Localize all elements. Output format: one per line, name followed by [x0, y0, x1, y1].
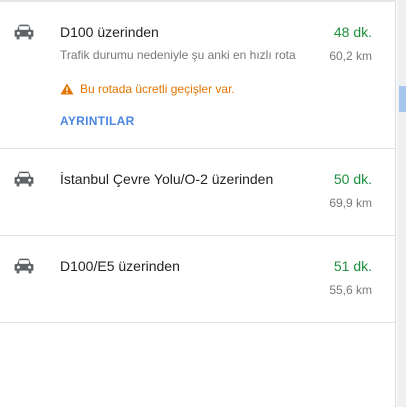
route-option-3[interactable]: D100/E5 üzerinden 51 dk. 55,6 km [0, 236, 396, 323]
route-line-fragment [399, 86, 406, 112]
route-distance: 55,6 km [329, 283, 372, 297]
route-distance: 69,9 km [329, 196, 372, 210]
details-link[interactable]: AYRINTILAR [60, 114, 135, 128]
route-duration: 48 dk. [333, 24, 372, 40]
car-icon [14, 24, 34, 40]
route-distance: 60,2 km [329, 49, 372, 63]
route-duration: 51 dk. [333, 258, 372, 274]
car-icon [14, 258, 34, 274]
car-icon [14, 171, 34, 187]
route-option-2[interactable]: İstanbul Çevre Yolu/O-2 üzerinden 50 dk.… [0, 149, 396, 236]
route-options-panel: D100 üzerinden 48 dk. 60,2 km Trafik dur… [0, 0, 396, 407]
route-duration: 50 dk. [333, 171, 372, 187]
route-name: D100/E5 üzerinden [60, 258, 180, 274]
toll-warning-text: Bu rotada ücretli geçişler var. [80, 82, 235, 96]
map-edge[interactable] [397, 0, 406, 407]
route-name: İstanbul Çevre Yolu/O-2 üzerinden [60, 171, 274, 187]
route-option-1[interactable]: D100 üzerinden 48 dk. 60,2 km Trafik dur… [0, 0, 396, 149]
route-description: Trafik durumu nedeniyle şu anki en hızlı… [60, 48, 296, 62]
toll-warning: Bu rotada ücretli geçişler var. [60, 82, 235, 96]
route-name: D100 üzerinden [60, 24, 159, 40]
warning-icon [60, 83, 74, 95]
